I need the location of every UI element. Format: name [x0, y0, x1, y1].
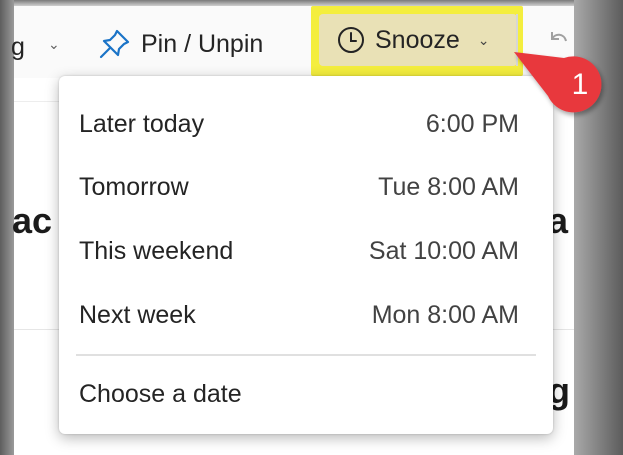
option-time: Sat 10:00 AM [368, 237, 519, 265]
option-label: Choose a date [79, 380, 242, 408]
snooze-button[interactable]: Snooze ⌄ [319, 14, 517, 66]
chevron-down-icon[interactable]: ⌄ [48, 36, 60, 53]
pin-icon [99, 29, 130, 59]
outlook-window: g ⌄ Pin / Unpin Snooze ⌄ ac a g Later to… [11, 6, 574, 455]
snooze-option-tomorrow[interactable]: Tomorrow Tue 8:00 AM [59, 159, 553, 215]
clock-icon [338, 27, 364, 53]
badge-number: 1 [572, 68, 589, 101]
snooze-option-choose-date[interactable]: Choose a date [59, 366, 553, 422]
snooze-highlight: Snooze ⌄ [311, 6, 523, 76]
option-label: Tomorrow [79, 173, 189, 201]
option-time: Mon 8:00 AM [371, 301, 519, 329]
chevron-down-icon: ⌄ [477, 31, 490, 48]
option-label: Next week [79, 301, 196, 329]
snooze-label: Snooze [375, 25, 460, 54]
command-toolbar: g ⌄ Pin / Unpin Snooze ⌄ [11, 6, 574, 78]
partial-heading-left: ac [12, 200, 53, 241]
option-label: Later today [79, 110, 205, 138]
option-time: 6:00 PM [425, 110, 519, 138]
snooze-dropdown-menu: Later today 6:00 PM Tomorrow Tue 8:00 AM… [59, 76, 553, 434]
snooze-option-next-week[interactable]: Next week Mon 8:00 AM [59, 287, 553, 343]
pin-unpin-button[interactable]: Pin / Unpin [94, 24, 267, 64]
snooze-option-this-weekend[interactable]: This weekend Sat 10:00 AM [59, 223, 553, 279]
menu-separator [76, 354, 536, 356]
pin-unpin-label: Pin / Unpin [141, 29, 264, 58]
option-time: Tue 8:00 AM [378, 173, 519, 201]
partial-toolbar-button-label[interactable]: g [11, 33, 25, 62]
snooze-option-later-today[interactable]: Later today 6:00 PM [59, 96, 553, 152]
option-label: This weekend [79, 237, 234, 265]
annotation-badge: 1 [514, 52, 602, 113]
